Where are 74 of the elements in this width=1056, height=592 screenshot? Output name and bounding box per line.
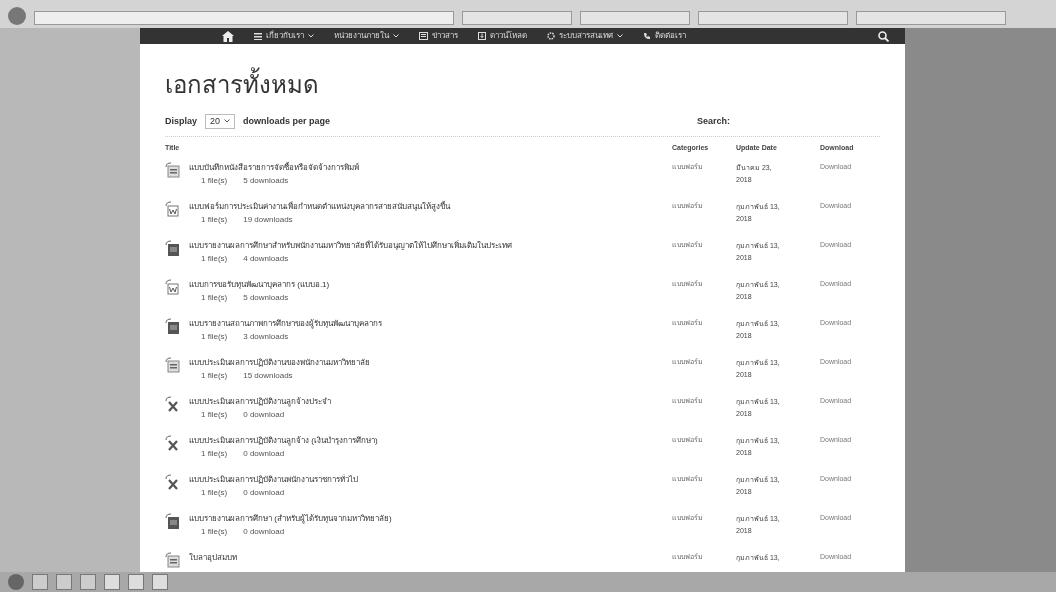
file-count: 1 file(s) (201, 175, 228, 186)
file-icon (165, 512, 181, 531)
download-count: 3 downloads (243, 331, 289, 342)
word-file-icon (165, 200, 181, 219)
excel-file-icon (165, 473, 181, 492)
back-button[interactable] (8, 7, 26, 25)
document-title-link[interactable]: แบบประเมินผลการปฏิบัติงานลูกจ้าง (เงินบำรุงการศึกษา) (189, 434, 378, 447)
document-title-link[interactable]: แบบประเมินผลการปฏิบัติงานของพนักงานมหาวิทยาลัย (189, 356, 370, 369)
address-bar[interactable] (34, 11, 454, 25)
browser-tab[interactable] (462, 11, 572, 25)
download-count: 5 downloads (243, 292, 289, 303)
browser-tab[interactable] (856, 11, 1006, 25)
taskbar-app-icon[interactable] (152, 574, 168, 590)
list-icon (254, 32, 262, 40)
file-count: 1 file(s) (201, 253, 228, 264)
download-count: 19 downloads (243, 214, 293, 225)
download-count: 0 download (243, 409, 285, 420)
taskbar-app-icon[interactable] (32, 574, 48, 590)
file-icon (165, 239, 181, 258)
document-title-link[interactable]: แบบประเมินผลการปฏิบัติงานพนักงานราชการทั่วไป (189, 473, 358, 486)
download-count: 0 download (243, 448, 285, 459)
file-count: 1 file(s) (201, 214, 228, 225)
taskbar-app-icon[interactable] (104, 574, 120, 590)
page-size-select[interactable]: 20 (205, 113, 236, 130)
document-icon (165, 356, 181, 375)
word-file-icon (165, 278, 181, 297)
document-title-link[interactable]: แบบรายงานสถานภาพการศึกษาของผู้รับทุนพัฒนาบุคลากร (189, 317, 382, 330)
download-count: 15 downloads (243, 370, 293, 381)
search-icon[interactable] (878, 30, 889, 42)
nav-menu-item[interactable]: ข่าวสาร (419, 30, 458, 42)
file-count: 1 file(s) (201, 526, 228, 537)
phone-icon (643, 32, 651, 40)
download-count: 5 downloads (243, 175, 289, 186)
browser-tab[interactable] (580, 11, 690, 25)
page-title: เอกสารทั้งหมด (165, 68, 319, 102)
search-label: Search: (696, 114, 730, 128)
download-count: 0 download (243, 487, 285, 498)
taskbar-app-icon[interactable] (56, 574, 72, 590)
nav-menu-item[interactable]: ดาวน์โหลด (478, 30, 527, 42)
excel-file-icon (165, 395, 181, 414)
chevron-down-icon (224, 119, 231, 124)
newspaper-icon (419, 32, 428, 40)
nav-menu-item[interactable]: เกี่ยวกับเรา (254, 30, 314, 42)
file-count: 1 file(s) (201, 292, 228, 303)
file-icon (165, 317, 181, 336)
start-button[interactable] (8, 574, 24, 590)
download-count: 0 download (243, 526, 285, 537)
document-title-link[interactable]: แบบรายงานผลการศึกษาสำหรับพนักงานมหาวิทยาลัยที่ได้รับอนุญาตให้ไปศึกษาเพิ่มเติมในประเทศ (189, 239, 512, 252)
nav-menu-item[interactable]: หน่วยงานภายใน (334, 30, 399, 42)
gear-icon (547, 32, 555, 40)
display-label: downloads per page (243, 114, 331, 128)
download-icon (478, 32, 486, 40)
excel-file-icon (165, 434, 181, 453)
file-count: 1 file(s) (201, 448, 228, 459)
file-count: 1 file(s) (201, 370, 228, 381)
document-icon (165, 551, 181, 570)
display-label: Display (165, 114, 197, 128)
document-title-link[interactable]: แบบฟอร์มการประเมินค่างานเพื่อกำหนดตำแหน่งบุคลากรสายสนับสนุนให้สูงขึ้น (189, 200, 450, 213)
document-title-link[interactable]: แบบประเมินผลการปฏิบัติงานลูกจ้างประจำ (189, 395, 331, 408)
document-title-link[interactable]: แบบรายงานผลการศึกษา (สำหรับผู้ได้รับทุนจากมหาวิทยาลัย) (189, 512, 392, 525)
file-count: 1 file(s) (201, 331, 228, 342)
document-title-link[interactable]: แบบบันทึกหนังสือรายการจัดซื้อหรือจัดจ้างการพิมพ์ (189, 161, 359, 174)
taskbar-app-icon[interactable] (80, 574, 96, 590)
taskbar-app-icon[interactable] (128, 574, 144, 590)
document-icon (165, 161, 181, 180)
document-title-link[interactable]: แบบการขอรับทุนพัฒนาบุคลากร (แบบอ.1) (189, 278, 330, 291)
document-title-link[interactable]: ใบลาอุปสมบท (189, 551, 237, 564)
nav-menu-item[interactable]: ติดต่อเรา (643, 30, 686, 42)
home-icon[interactable] (222, 30, 234, 42)
download-count: 4 downloads (243, 253, 289, 264)
file-count: 1 file(s) (201, 487, 228, 498)
nav-menu-item[interactable]: ระบบสารสนเทศ (547, 30, 623, 42)
file-count: 1 file(s) (201, 409, 228, 420)
browser-tab[interactable] (698, 11, 848, 25)
